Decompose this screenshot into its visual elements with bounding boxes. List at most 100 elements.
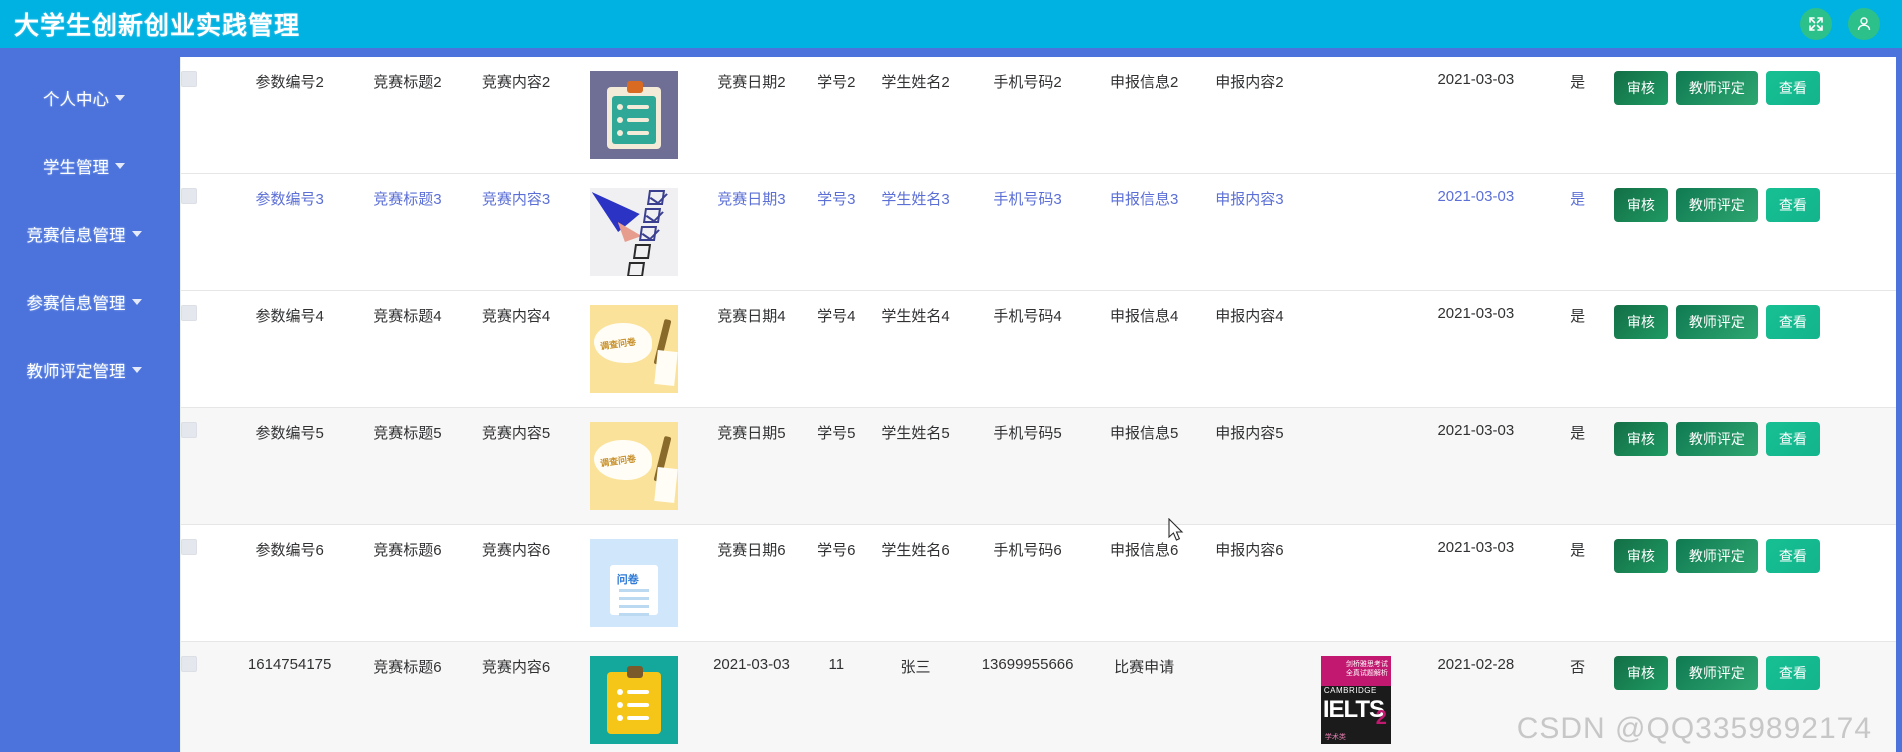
evaluate-button[interactable]: 教师评定	[1675, 305, 1758, 339]
clipboard-teal-thumbnail[interactable]	[589, 656, 678, 744]
row-select-cell	[181, 57, 226, 174]
cell-param-number: 参数编号5	[255, 425, 324, 442]
row-checkbox[interactable]	[181, 539, 197, 555]
questionnaire-blue-thumbnail[interactable]: 问卷	[589, 539, 678, 627]
row-checkbox[interactable]	[181, 305, 197, 321]
chevron-down-icon	[131, 231, 142, 237]
competition-table: 参数编号2 竞赛标题2 竞赛内容2 竞赛日期2 学号2 学生姓名2 手机号码2 申报信息2 申报…	[181, 57, 1896, 752]
cell-competition-image	[570, 57, 697, 174]
sidebar-item-student-management[interactable]: 学生管理	[0, 132, 168, 200]
review-button[interactable]: 审核	[1613, 305, 1668, 339]
view-button[interactable]: 查看	[1765, 539, 1820, 573]
view-button[interactable]: 查看	[1765, 71, 1820, 105]
app-header: 大学生创新创业实践管理	[0, 0, 1902, 48]
table-row[interactable]: 1614754175 竞赛标题6 竞赛内容6 2021-03-03 11 张三 136999…	[181, 641, 1896, 752]
row-checkbox[interactable]	[181, 422, 197, 438]
row-select-cell	[181, 525, 226, 642]
chevron-down-icon	[131, 367, 142, 373]
row-checkbox[interactable]	[181, 71, 197, 87]
view-button[interactable]: 查看	[1765, 305, 1820, 339]
cell-declare-content: 申报内容5	[1215, 425, 1284, 442]
cell-competition-date: 竞赛日期4	[717, 308, 786, 325]
evaluate-button[interactable]: 教师评定	[1675, 188, 1758, 222]
review-button[interactable]: 审核	[1613, 656, 1668, 690]
cell-competition-date: 竞赛日期6	[717, 542, 786, 559]
row-checkbox[interactable]	[181, 188, 197, 204]
cell-approved-flag: 是	[1570, 191, 1586, 208]
cell-student-id: 学号6	[817, 542, 856, 559]
cell-param-number: 参数编号3	[255, 191, 324, 208]
sidebar-item-personal-center[interactable]: 个人中心	[0, 64, 168, 132]
cell-competition-image: 调查问卷	[570, 408, 697, 525]
cell-competition-content: 竞赛内容5	[481, 425, 551, 442]
row-select-cell	[181, 291, 226, 408]
view-button[interactable]: 查看	[1765, 656, 1820, 690]
row-checkbox[interactable]	[181, 656, 197, 672]
sidebar-item-participation-info-management[interactable]: 参赛信息管理	[0, 268, 168, 336]
evaluate-button[interactable]: 教师评定	[1675, 422, 1758, 456]
cell-declare-info: 比赛申请	[1114, 659, 1175, 676]
cell-declare-info: 申报信息3	[1110, 191, 1179, 208]
evaluate-button[interactable]: 教师评定	[1675, 71, 1758, 105]
table-row[interactable]: 参数编号3 竞赛标题3 竞赛内容3 竞赛日期3 学号3 学生姓名3 手机号码3 申报信息3 申报…	[181, 174, 1896, 291]
cell-declare-image	[1302, 174, 1411, 291]
cell-competition-content: 竞赛内容6	[481, 659, 551, 676]
cell-declare-image: 剑桥雅思考试 全真试题解析 CAMBRIDGE IELTS 2 学术类	[1302, 642, 1411, 752]
cell-declare-image	[1302, 408, 1411, 525]
cell-operations: 审核 教师评定 查看	[1613, 291, 1896, 408]
row-select-cell	[181, 174, 226, 291]
fullscreen-icon[interactable]	[1800, 8, 1832, 40]
cell-submit-date: 2021-03-03	[1437, 539, 1515, 556]
view-button[interactable]: 查看	[1765, 188, 1820, 222]
cell-declare-image	[1302, 57, 1411, 174]
cell-declare-info: 申报信息6	[1110, 542, 1179, 559]
cell-competition-content: 竞赛内容2	[481, 74, 551, 91]
survey-yellow-thumbnail[interactable]: 调查问卷	[589, 305, 678, 393]
sidebar: 个人中心 学生管理 竞赛信息管理 参赛信息管理 教师评定管理	[0, 48, 168, 752]
row-select-cell	[181, 408, 226, 525]
evaluate-button[interactable]: 教师评定	[1675, 656, 1758, 690]
sidebar-item-competition-info-management[interactable]: 竞赛信息管理	[0, 200, 168, 268]
cell-submit-date: 2021-03-03	[1437, 422, 1515, 439]
cell-student-name: 学生姓名2	[881, 74, 950, 91]
header-actions	[1800, 8, 1880, 40]
review-button[interactable]: 审核	[1613, 539, 1668, 573]
table-row[interactable]: 参数编号2 竞赛标题2 竞赛内容2 竞赛日期2 学号2 学生姓名2 手机号码2 申报信息2 申报…	[181, 57, 1896, 174]
cell-approved-flag: 是	[1570, 542, 1586, 559]
cell-student-name: 张三	[900, 659, 931, 676]
table-row[interactable]: 参数编号5 竞赛标题5 竞赛内容5 调查问卷 竞赛日期5 学号5 学生姓名5 手机号码5 申报信…	[181, 407, 1896, 525]
table-row[interactable]: 参数编号6 竞赛标题6 竞赛内容6 问卷 竞赛日期6 学号6 学生姓名6 手机号码6 申报信息6…	[181, 525, 1896, 642]
cell-competition-title: 竞赛标题6	[373, 542, 442, 559]
cell-student-name: 学生姓名4	[881, 308, 950, 325]
content-area: 参数编号2 竞赛标题2 竞赛内容2 竞赛日期2 学号2 学生姓名2 手机号码2 申报信息2 申报…	[168, 48, 1902, 752]
review-button[interactable]: 审核	[1613, 71, 1668, 105]
cell-operations: 审核 教师评定 查看	[1613, 408, 1896, 525]
cell-student-name: 学生姓名3	[881, 191, 950, 208]
evaluate-button[interactable]: 教师评定	[1675, 539, 1758, 573]
sidebar-item-teacher-evaluation-management[interactable]: 教师评定管理	[0, 336, 168, 404]
clipboard-purple-thumbnail[interactable]	[589, 71, 678, 159]
cell-competition-date: 竞赛日期2	[717, 74, 786, 91]
cell-submit-date: 2021-02-28	[1437, 656, 1515, 673]
view-button[interactable]: 查看	[1765, 422, 1820, 456]
cell-declare-image	[1302, 525, 1411, 642]
cell-phone-number: 13699955666	[981, 656, 1074, 673]
cell-declare-content: 申报内容3	[1215, 191, 1284, 208]
cell-operations: 审核 教师评定 查看	[1613, 57, 1896, 174]
review-button[interactable]: 审核	[1613, 422, 1668, 456]
review-button[interactable]: 审核	[1613, 188, 1668, 222]
cell-phone-number: 手机号码2	[993, 74, 1062, 91]
user-icon[interactable]	[1848, 8, 1880, 40]
cell-competition-title: 竞赛标题6	[373, 659, 442, 676]
cell-declare-info: 申报信息4	[1110, 308, 1179, 325]
pen-checklist-thumbnail[interactable]	[589, 188, 678, 276]
cell-submit-date: 2021-03-03	[1437, 71, 1515, 88]
ielts-book-thumbnail[interactable]: 剑桥雅思考试 全真试题解析 CAMBRIDGE IELTS 2 学术类	[1320, 656, 1391, 744]
cell-declare-content: 申报内容4	[1215, 308, 1284, 325]
table-row[interactable]: 参数编号4 竞赛标题4 竞赛内容4 调查问卷 竞赛日期4 学号4 学生姓名4 手机号码4 申报信…	[181, 291, 1896, 408]
cell-competition-date: 2021-03-03	[713, 656, 790, 673]
cell-competition-image: 问卷	[570, 525, 697, 642]
survey-yellow-thumbnail[interactable]: 调查问卷	[589, 422, 678, 510]
cell-param-number: 参数编号2	[255, 74, 324, 91]
cell-competition-image: 调查问卷	[570, 291, 697, 408]
